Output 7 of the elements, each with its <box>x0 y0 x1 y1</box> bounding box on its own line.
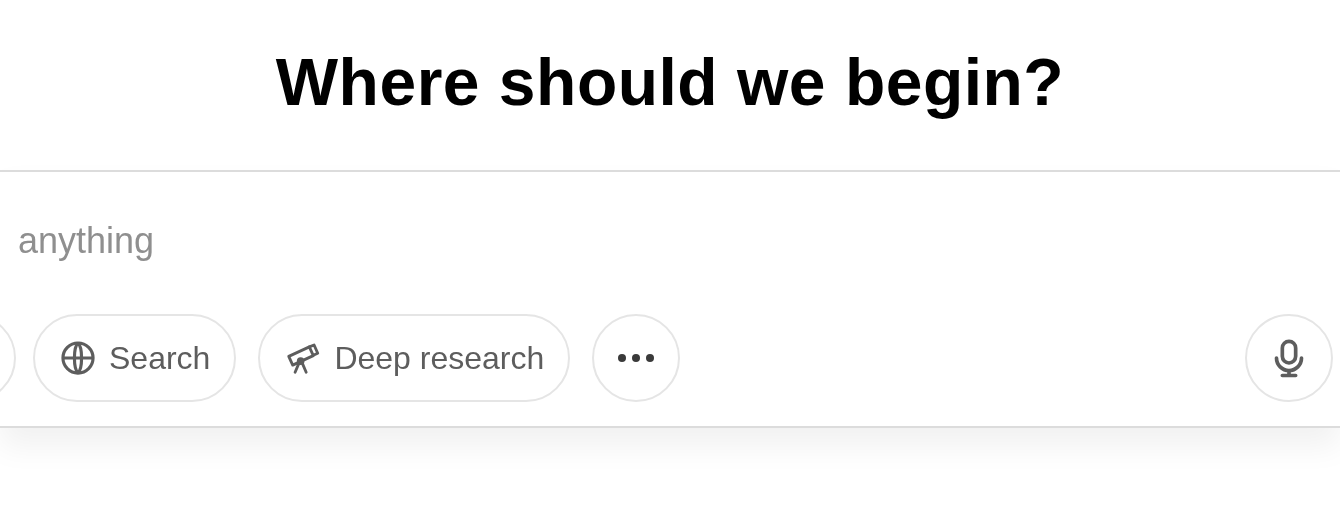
more-icon <box>616 353 657 363</box>
deep-research-button[interactable]: Deep research <box>258 314 571 402</box>
microphone-icon <box>1272 338 1306 378</box>
message-field[interactable]: anything <box>18 216 818 266</box>
globe-icon <box>59 339 97 377</box>
search-button[interactable]: Search <box>33 314 237 402</box>
page-heading: Where should we begin? <box>275 44 1065 121</box>
